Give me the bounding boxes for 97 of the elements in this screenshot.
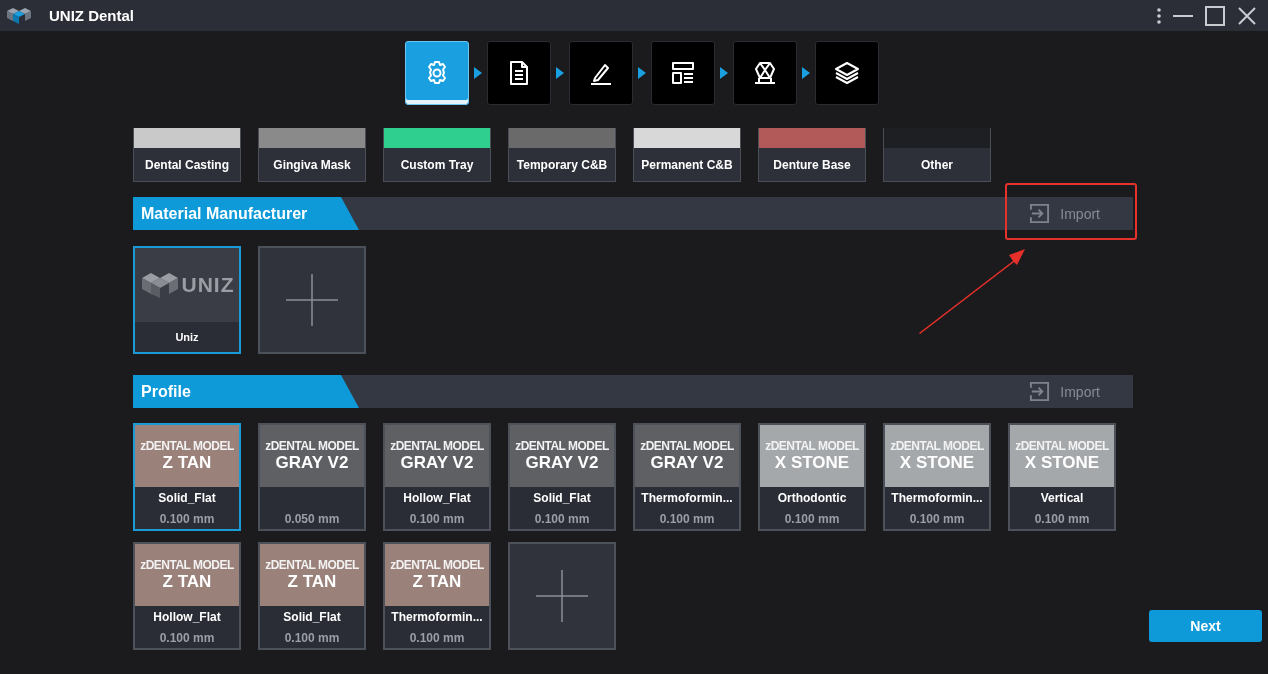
profile-name: Orthodontic	[777, 491, 847, 505]
step-tab[interactable]	[487, 41, 551, 105]
cube-logo-icon	[6, 5, 32, 26]
category-card[interactable]: Permanent C&B	[633, 128, 741, 182]
step-arrow-icon	[638, 67, 646, 79]
layer-thickness: 0.100 mm	[159, 512, 215, 526]
brand-text: zDENTAL MODEL	[1015, 439, 1109, 453]
plus-icon	[536, 570, 588, 622]
step-arrow-icon	[474, 67, 482, 79]
profile-name: Solid_Flat	[158, 491, 216, 505]
profile-card[interactable]: zDENTAL MODEL Z TAN Hollow_Flat 0.100 mm	[133, 542, 241, 650]
brand-text: zDENTAL MODEL	[140, 439, 234, 453]
manufacturer-card[interactable]: UNIZ Uniz	[133, 246, 241, 354]
layer-thickness: 0.100 mm	[1034, 512, 1090, 526]
brand-text: zDENTAL MODEL	[140, 558, 234, 572]
material-name: GRAY V2	[275, 453, 349, 473]
profile-name: Thermoformin...	[641, 491, 733, 505]
profile-card[interactable]: zDENTAL MODEL Z TAN Solid_Flat 0.100 mm	[133, 423, 241, 531]
profile-name: Thermoformin...	[891, 491, 983, 505]
layer-thickness: 0.050 mm	[284, 512, 340, 526]
layer-thickness: 0.100 mm	[784, 512, 840, 526]
profile-card[interactable]: zDENTAL MODEL X STONE Orthodontic 0.100 mm	[758, 423, 866, 531]
category-card[interactable]: Temporary C&B	[508, 128, 616, 182]
layer-thickness: 0.100 mm	[409, 631, 465, 645]
layer-thickness: 0.100 mm	[909, 512, 965, 526]
layout-icon	[669, 59, 697, 87]
step-arrow-icon	[720, 67, 728, 79]
layer-thickness: 0.100 mm	[534, 512, 590, 526]
step-tab[interactable]	[815, 41, 879, 105]
import-button[interactable]: Import	[1029, 203, 1100, 224]
category-card[interactable]: Custom Tray	[383, 128, 491, 182]
layer-thickness: 0.100 mm	[159, 631, 215, 645]
import-icon	[1029, 381, 1051, 402]
profile-card[interactable]: zDENTAL MODEL Z TAN Solid_Flat 0.100 mm	[258, 542, 366, 650]
manufacturer-label: Uniz	[174, 330, 200, 345]
step-tab[interactable]	[733, 41, 797, 105]
step-tab[interactable]	[651, 41, 715, 105]
material-name: Z TAN	[287, 572, 337, 592]
close-icon[interactable]	[1236, 4, 1258, 27]
plus-icon	[286, 274, 338, 326]
maximize-icon[interactable]	[1204, 4, 1226, 27]
profile-name: Solid_Flat	[283, 610, 341, 624]
cube-logo-icon	[139, 270, 180, 300]
brand-text: zDENTAL MODEL	[515, 439, 609, 453]
category-card[interactable]: Other	[883, 128, 991, 182]
profile-name: Thermoformin...	[391, 610, 483, 624]
brand-text: zDENTAL MODEL	[890, 439, 984, 453]
category-card[interactable]: Dental Casting	[133, 128, 241, 182]
brand-text: zDENTAL MODEL	[390, 558, 484, 572]
layers-icon	[833, 59, 861, 87]
category-card[interactable]: Denture Base	[758, 128, 866, 182]
section-title: Material Manufacturer	[133, 197, 359, 230]
logo-text: UNIZ	[181, 273, 235, 297]
brand-text: zDENTAL MODEL	[265, 558, 359, 572]
category-label: Other	[884, 148, 990, 181]
layer-thickness: 0.100 mm	[409, 512, 465, 526]
step-arrow-icon	[556, 67, 564, 79]
layer-thickness: 0.100 mm	[659, 512, 715, 526]
material-name: GRAY V2	[650, 453, 724, 473]
category-label: Temporary C&B	[509, 148, 615, 181]
profile-card[interactable]: zDENTAL MODEL X STONE Vertical 0.100 mm	[1008, 423, 1116, 531]
profile-card[interactable]: zDENTAL MODEL GRAY V2 Solid_Flat 0.100 mm	[508, 423, 616, 531]
material-name: X STONE	[774, 453, 850, 473]
category-card[interactable]: Gingiva Mask	[258, 128, 366, 182]
import-button[interactable]: Import	[1029, 381, 1100, 402]
profile-card[interactable]: zDENTAL MODEL GRAY V2 0.050 mm	[258, 423, 366, 531]
brand-text: zDENTAL MODEL	[640, 439, 734, 453]
category-label: Dental Casting	[134, 148, 240, 181]
material-name: GRAY V2	[400, 453, 474, 473]
window-title: UNIZ Dental	[49, 7, 134, 24]
category-label: Permanent C&B	[634, 148, 740, 181]
profile-card[interactable]: zDENTAL MODEL GRAY V2 Thermoformin... 0.100 mm	[633, 423, 741, 531]
material-name: GRAY V2	[525, 453, 599, 473]
step-tab[interactable]	[569, 41, 633, 105]
profile-name: Hollow_Flat	[403, 491, 471, 505]
brand-text: zDENTAL MODEL	[390, 439, 484, 453]
material-name: X STONE	[1024, 453, 1100, 473]
profile-card[interactable]: zDENTAL MODEL X STONE Thermoformin... 0.100 mm	[883, 423, 991, 531]
menu-icon[interactable]	[1156, 6, 1162, 25]
material-name: X STONE	[899, 453, 975, 473]
brand-text: zDENTAL MODEL	[765, 439, 859, 453]
profile-name: Solid_Flat	[533, 491, 591, 505]
step-arrow-icon	[802, 67, 810, 79]
profile-card[interactable]: zDENTAL MODEL GRAY V2 Hollow_Flat 0.100 mm	[383, 423, 491, 531]
category-label: Custom Tray	[384, 148, 490, 181]
material-name: Z TAN	[162, 453, 212, 473]
profile-name: Vertical	[1040, 491, 1084, 505]
category-label: Gingiva Mask	[259, 148, 365, 181]
category-label: Denture Base	[759, 148, 865, 181]
profile-name: Hollow_Flat	[153, 610, 221, 624]
material-name: Z TAN	[162, 572, 212, 592]
material-name: Z TAN	[412, 572, 462, 592]
section-title: Profile	[133, 375, 359, 408]
layer-thickness: 0.100 mm	[284, 631, 340, 645]
profile-card[interactable]: zDENTAL MODEL Z TAN Thermoformin... 0.100 mm	[383, 542, 491, 650]
import-icon	[1029, 203, 1051, 224]
brand-text: zDENTAL MODEL	[265, 439, 359, 453]
